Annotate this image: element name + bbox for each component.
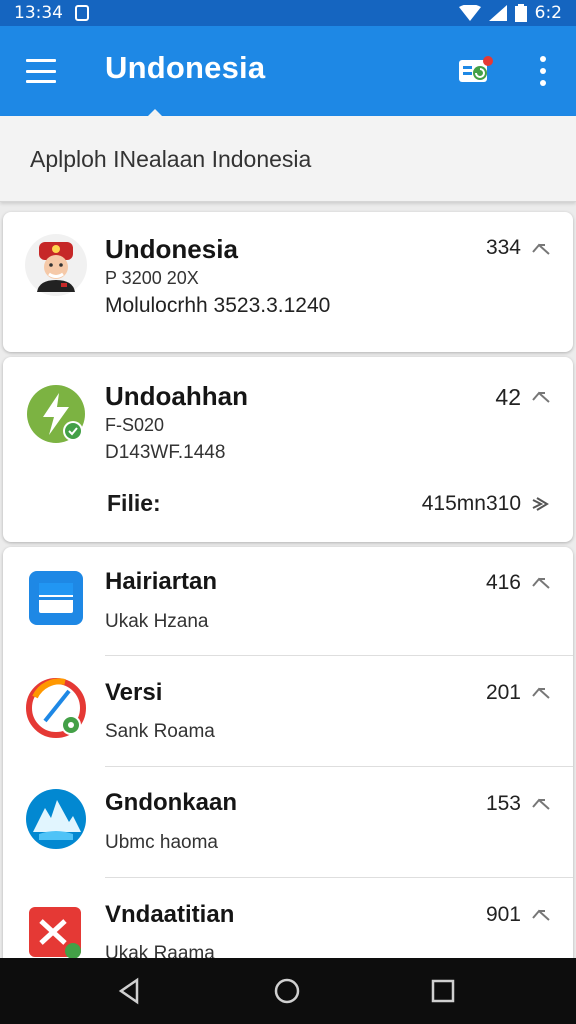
chevron-icon[interactable] [531,684,551,700]
card-detail: Molulocrhh 3523.3.1240 [105,294,331,317]
card-title: Undoahhan [105,381,248,411]
list-item-count: 201 [485,681,521,704]
cross-app-icon [29,907,81,959]
card-count: 334 [485,236,521,259]
list-item-title: Gndonkaan [105,789,238,816]
chevron-icon[interactable] [531,795,551,811]
chevron-icon[interactable] [531,906,551,922]
list-item[interactable]: Versi Sank Roama 201 [3,657,573,767]
battery-text: 6:2 [534,3,562,23]
card-subtitle: F-S020 [105,415,165,435]
status-indicators: 6:2 [458,3,562,23]
chat-notification-icon[interactable] [458,56,494,86]
status-time: 13:34 [14,3,63,23]
subheader: Aplploh INealaan Indonesia [0,116,576,202]
list-item-title: Vndaatitian [105,901,235,928]
list-item-count: 153 [485,792,521,815]
list-item-subtitle: Sank Roama [105,721,215,742]
list-item[interactable]: Gndonkaan Ubmc haoma 153 [3,768,573,878]
status-bar: 13:34 6:2 [0,0,576,26]
list-item-title: Versi [105,679,163,706]
gauge-app-icon [26,678,86,738]
list-item-count: 901 [485,903,521,926]
card-title: Undonesia [105,234,238,264]
back-icon[interactable] [115,976,145,1006]
wifi-icon [458,5,481,21]
app-list-card: Hairiartan Ukak Hzana 416 Versi Sank Roa… [3,547,573,967]
chevron-icon[interactable] [531,240,551,256]
card-undoahhan[interactable]: Undoahhan F-S020 D143WF.1448 42 Filie: 4… [3,357,573,542]
home-icon[interactable] [272,976,302,1006]
list-item-subtitle: Ukak Hzana [105,611,209,632]
list-item-title: Hairiartan [105,568,218,595]
notification-icon [75,5,89,21]
app-title: Undonesia [105,50,266,85]
signal-icon [488,5,507,21]
recents-icon[interactable] [428,976,458,1006]
chevron-icon[interactable] [531,574,551,590]
mountain-app-icon [26,789,86,849]
list-item-subtitle: Ubmc haoma [105,832,218,853]
system-nav-bar [0,958,576,1024]
subheader-text: Aplploh INealaan Indonesia [30,146,312,172]
lightning-app-icon [27,385,85,443]
divider [105,655,573,656]
battery-icon [514,4,527,22]
chevron-icon[interactable] [531,388,551,404]
card-undonesia[interactable]: Undonesia P 3200 20X Molulocrhh 3523.3.1… [3,212,573,352]
list-item[interactable]: Hairiartan Ukak Hzana 416 [3,547,573,657]
window-app-icon [29,571,83,625]
app-bar: Undonesia [0,26,576,117]
file-label: Filie: [107,490,161,516]
list-item-count: 416 [485,571,521,594]
forward-chevron-icon[interactable] [531,496,551,512]
card-count: 42 [495,384,521,410]
menu-icon[interactable] [26,59,56,83]
list-item[interactable]: Vndaatitian Ukak Raama 901 [3,879,573,967]
divider [105,877,573,878]
card-subtitle: P 3200 20X [105,268,199,288]
card-detail: D143WF.1448 [105,442,226,463]
divider [105,766,573,767]
avatar [25,234,87,296]
file-value: 415mn310 [421,492,521,515]
more-options-icon[interactable] [533,56,553,86]
